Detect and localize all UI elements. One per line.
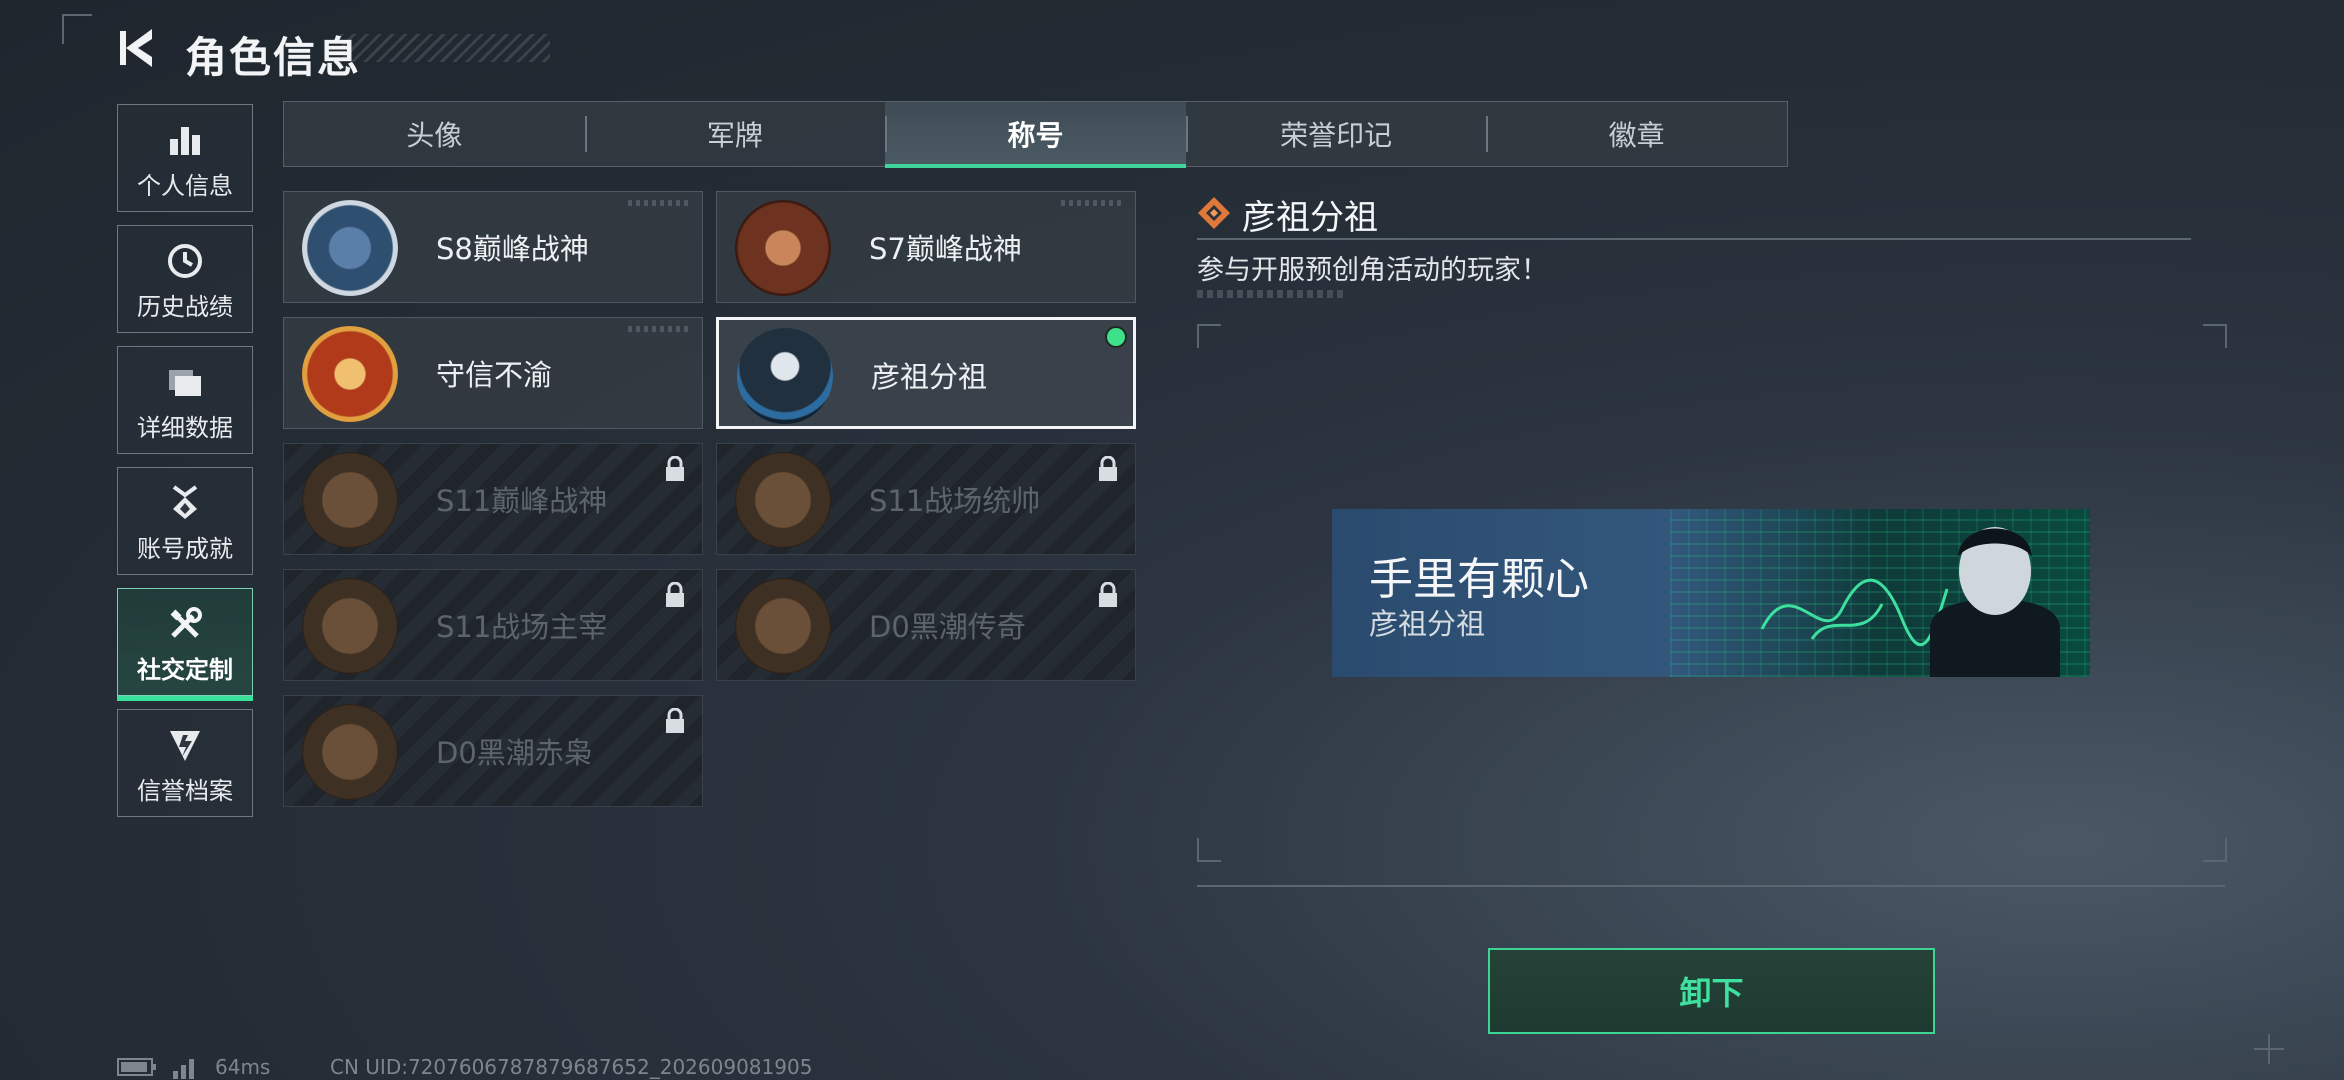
tab-badge[interactable]: 徽章 bbox=[1486, 102, 1787, 166]
back-arrow-icon[interactable] bbox=[118, 25, 160, 71]
frame-corner bbox=[62, 14, 92, 44]
frame-corner bbox=[1197, 838, 1221, 862]
tab-avatar[interactable]: 头像 bbox=[284, 102, 585, 166]
sidebar-item-label: 历史战绩 bbox=[137, 293, 233, 321]
lock-icon bbox=[1099, 456, 1117, 481]
scales-emblem-icon bbox=[302, 326, 398, 422]
title-name: S11战场统帅 bbox=[869, 484, 1041, 518]
equipped-indicator bbox=[1105, 326, 1127, 348]
season-emblem-icon bbox=[302, 200, 398, 296]
title-card-locked[interactable]: D0黑潮赤枭 bbox=[283, 695, 703, 807]
sidebar-item-label: 个人信息 bbox=[137, 172, 233, 200]
unequip-button[interactable]: 卸下 bbox=[1488, 948, 1935, 1034]
clock-icon bbox=[165, 241, 205, 281]
hooded-emblem-icon bbox=[735, 578, 831, 674]
detail-description: 参与开服预创角活动的玩家！ bbox=[1197, 255, 1548, 286]
weapon-emblem-icon bbox=[735, 200, 831, 296]
skull-emblem-icon bbox=[302, 704, 398, 800]
battery-icon bbox=[117, 1058, 156, 1076]
lock-icon bbox=[1099, 582, 1117, 607]
divider bbox=[1197, 885, 2225, 887]
sidebar-item-label: 信誉档案 bbox=[137, 777, 233, 805]
portrait-image bbox=[1930, 527, 2060, 677]
card-decoration bbox=[628, 326, 688, 332]
plus-icon bbox=[2254, 1034, 2284, 1064]
frame-corner bbox=[2203, 324, 2227, 348]
title-card-selected[interactable]: 彦祖分祖 bbox=[716, 317, 1136, 429]
active-indicator bbox=[117, 696, 253, 701]
banner-subtitle: 彦祖分祖 bbox=[1369, 607, 1486, 641]
category-tabs: 头像 军牌 称号 荣誉印记 徽章 bbox=[283, 101, 1788, 168]
status-bar: 64ms bbox=[117, 1055, 270, 1079]
banner-title: 手里有颗心 bbox=[1369, 554, 1589, 605]
tab-dog-tag[interactable]: 军牌 bbox=[584, 102, 886, 166]
bar-chart-icon bbox=[165, 120, 205, 160]
shield-bolt-icon bbox=[165, 725, 205, 765]
lock-icon bbox=[666, 582, 684, 607]
title-name: S7巅峰战神 bbox=[869, 232, 1022, 266]
frame-corner bbox=[2203, 838, 2227, 862]
tank-emblem-icon bbox=[735, 452, 831, 548]
title-banner-preview: 手里有颗心 彦祖分祖 bbox=[1332, 509, 2090, 677]
sidebar-item-achievements[interactable]: 账号成就 bbox=[117, 467, 253, 575]
title-name: 彦祖分祖 bbox=[871, 360, 988, 394]
sidebar-item-label: 详细数据 bbox=[137, 414, 233, 442]
title-name: S11巅峰战神 bbox=[436, 484, 608, 518]
page-title: 角色信息 bbox=[185, 33, 362, 82]
signal-icon bbox=[173, 1059, 194, 1079]
card-decoration bbox=[1061, 200, 1121, 206]
tab-honor-mark[interactable]: 荣誉印记 bbox=[1185, 102, 1487, 166]
detail-decoration bbox=[1197, 290, 1347, 298]
title-card[interactable]: 守信不渝 bbox=[283, 317, 703, 429]
title-name: 守信不渝 bbox=[436, 358, 553, 392]
title-card[interactable]: S8巅峰战神 bbox=[283, 191, 703, 303]
medal-icon bbox=[165, 483, 205, 523]
sidebar-item-label: 账号成就 bbox=[137, 535, 233, 563]
frame-corner bbox=[1197, 324, 1221, 348]
detail-title: 彦祖分祖 bbox=[1242, 198, 1378, 238]
sidebar-item-personal-info[interactable]: 个人信息 bbox=[117, 104, 253, 212]
sidebar-item-label: 社交定制 bbox=[137, 656, 233, 684]
diamond-icon bbox=[1198, 197, 1230, 229]
title-name: S11战场主宰 bbox=[436, 610, 608, 644]
sidebar-item-detailed-data[interactable]: 详细数据 bbox=[117, 346, 253, 454]
title-card-locked[interactable]: S11战场主宰 bbox=[283, 569, 703, 681]
title-card-locked[interactable]: D0黑潮传奇 bbox=[716, 569, 1136, 681]
tools-icon bbox=[165, 604, 205, 644]
sidebar-item-match-history[interactable]: 历史战绩 bbox=[117, 225, 253, 333]
portrait-emblem-icon bbox=[737, 328, 833, 424]
tab-title[interactable]: 称号 bbox=[885, 102, 1186, 168]
tank-emblem-icon bbox=[302, 452, 398, 548]
arch-emblem-icon bbox=[302, 578, 398, 674]
lock-icon bbox=[666, 456, 684, 481]
title-name: S8巅峰战神 bbox=[436, 232, 589, 266]
title-decoration bbox=[340, 34, 550, 62]
lock-icon bbox=[666, 708, 684, 733]
title-card-locked[interactable]: S11战场统帅 bbox=[716, 443, 1136, 555]
sidebar-item-social-custom[interactable]: 社交定制 bbox=[117, 588, 253, 701]
user-uid: CN UID:7207606787879687652_202609081905 bbox=[330, 1055, 813, 1079]
ping-value: 64ms bbox=[215, 1055, 271, 1079]
title-name: D0黑潮赤枭 bbox=[436, 736, 593, 770]
title-card-locked[interactable]: S11巅峰战神 bbox=[283, 443, 703, 555]
folder-icon bbox=[165, 362, 205, 402]
title-name: D0黑潮传奇 bbox=[869, 610, 1026, 644]
card-decoration bbox=[628, 200, 688, 206]
title-card[interactable]: S7巅峰战神 bbox=[716, 191, 1136, 303]
sidebar-item-credit-record[interactable]: 信誉档案 bbox=[117, 709, 253, 817]
divider bbox=[1197, 238, 2191, 240]
